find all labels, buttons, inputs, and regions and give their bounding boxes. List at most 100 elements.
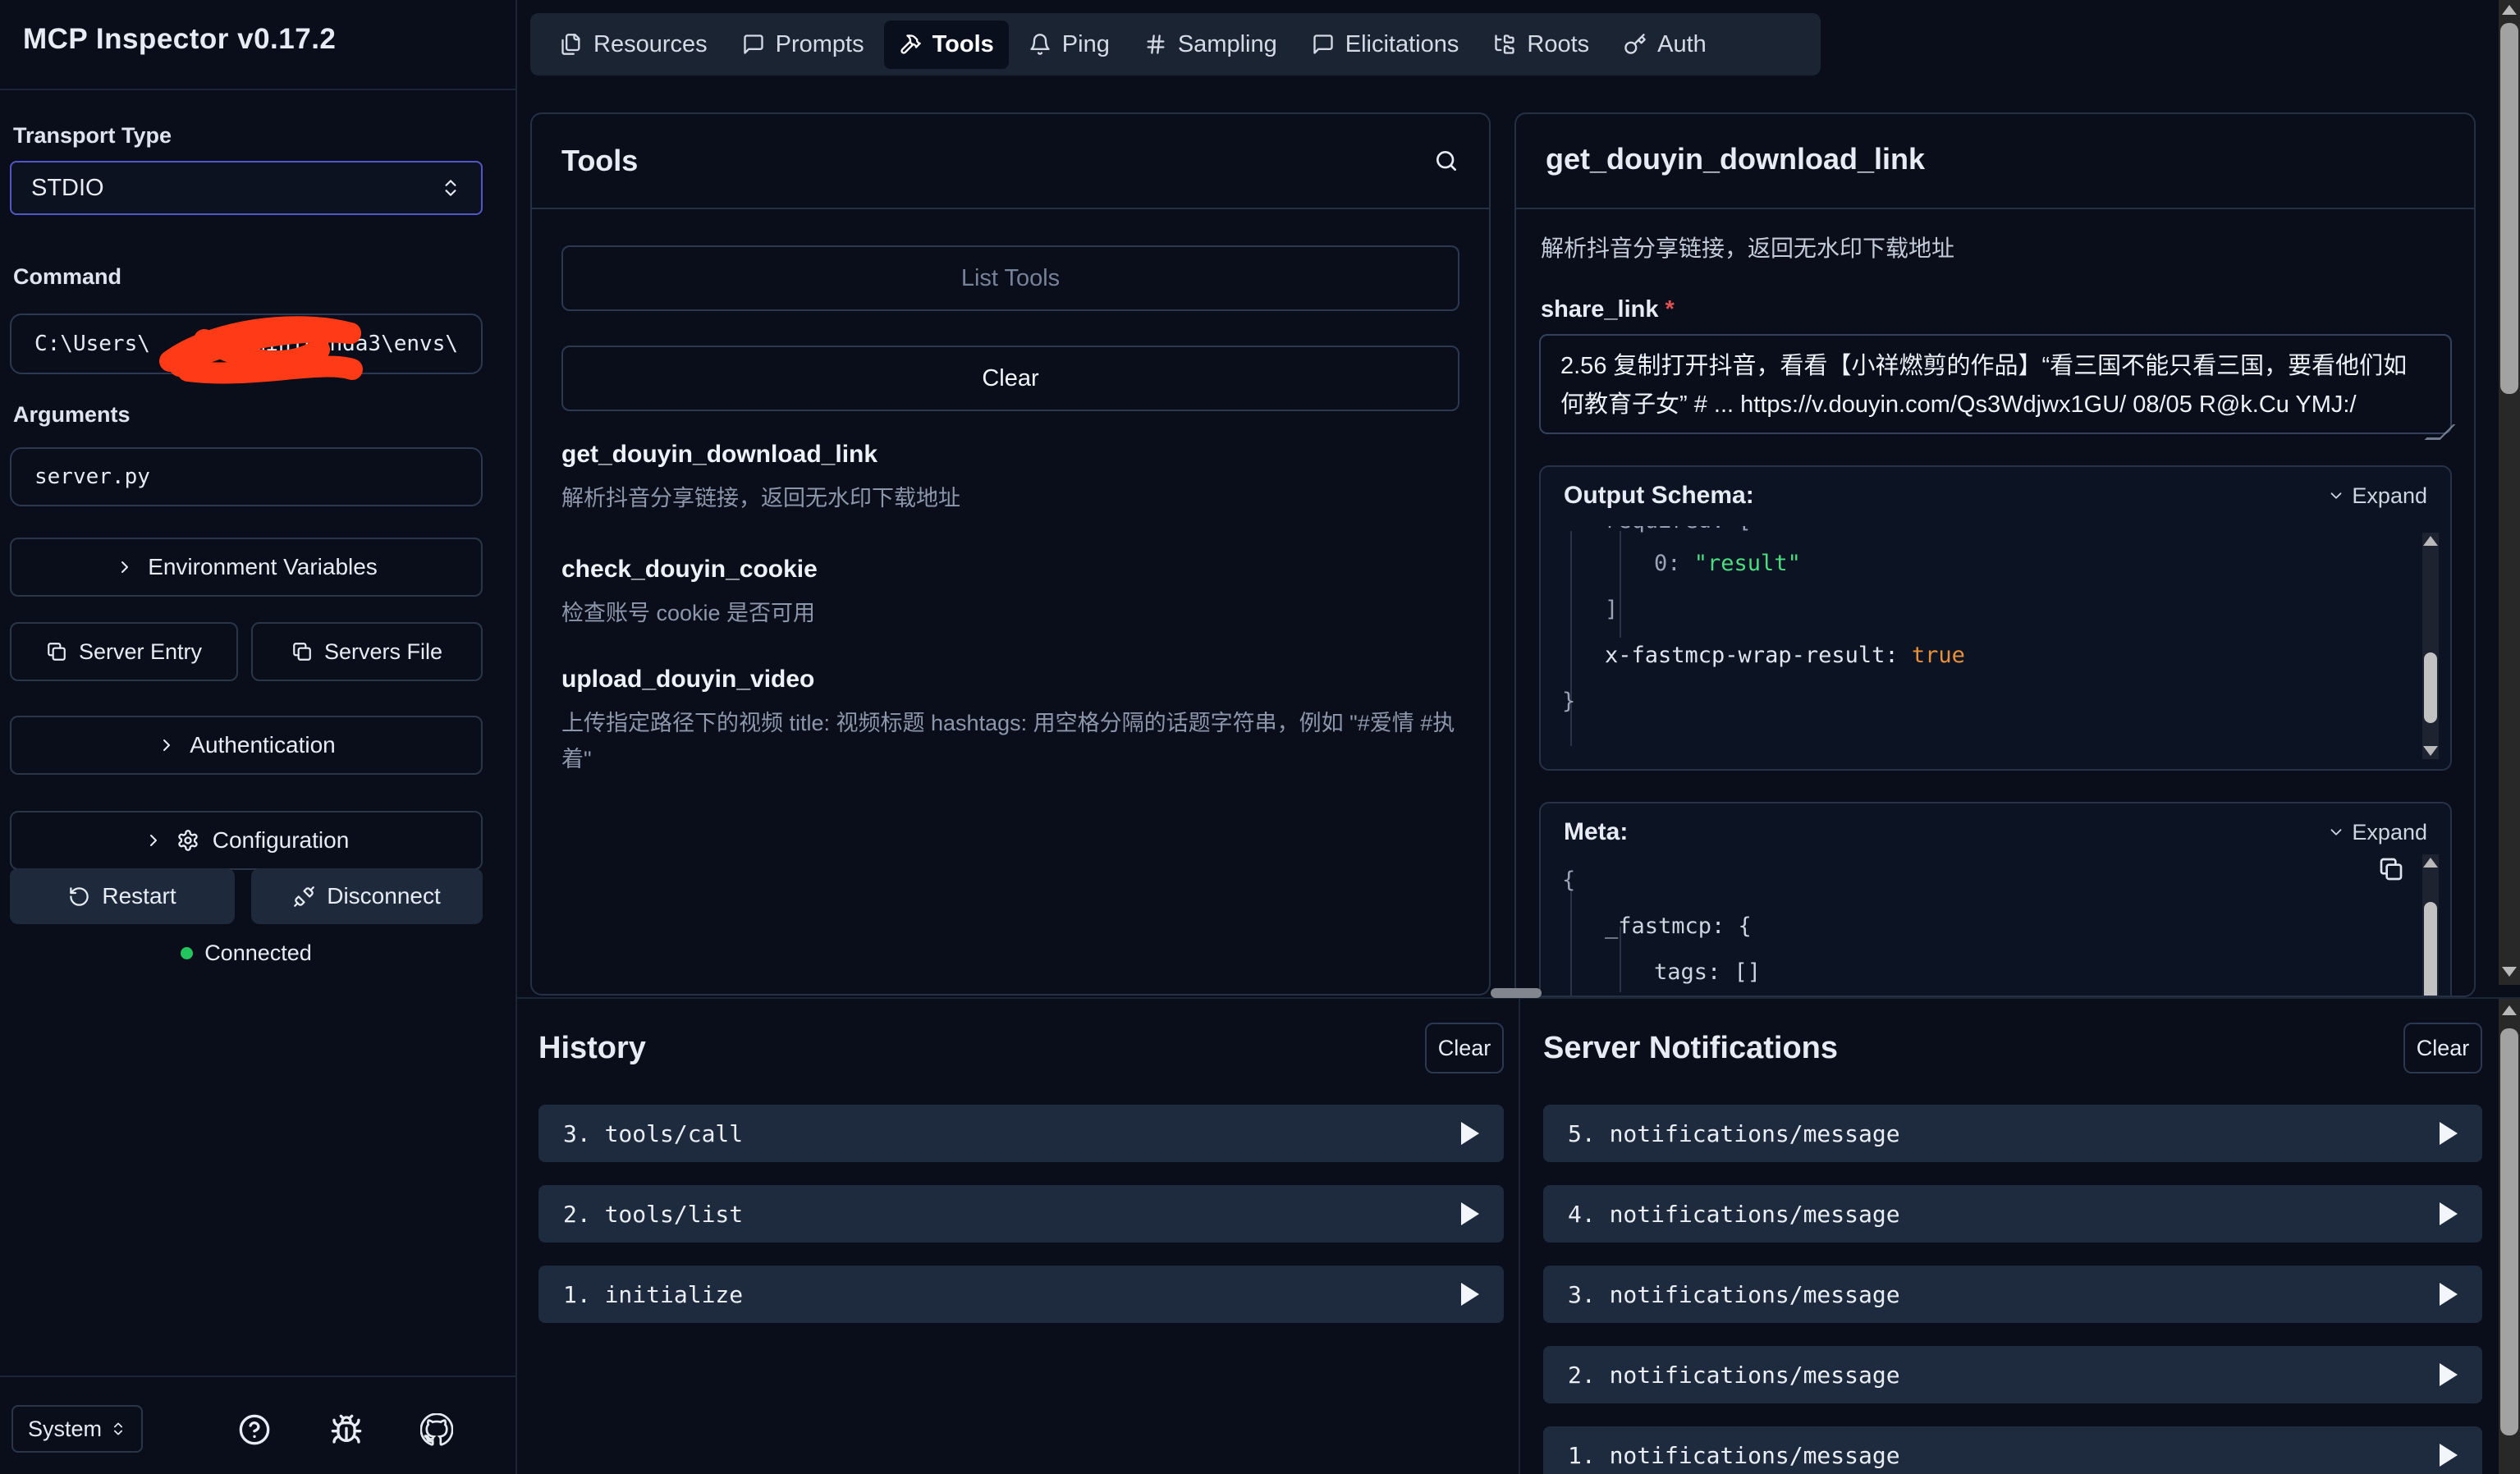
share-link-textarea[interactable]: 2.56 复制打开抖音，看看【小祥燃剪的作品】“看三国不能只看三国，要看他们如何… [1539,334,2452,434]
tab-ping[interactable]: Ping [1014,21,1125,69]
tool-list-item[interactable]: upload_douyin_video 上传指定路径下的视频 title: 视频… [561,666,1459,777]
upper-page-scrollbar[interactable] [2499,0,2520,985]
play-icon[interactable] [2440,1444,2458,1467]
history-item[interactable]: 3. tools/call [538,1105,1504,1162]
restart-button[interactable]: Restart [10,868,235,924]
history-item[interactable]: 1. initialize [538,1266,1504,1323]
play-icon[interactable] [2440,1283,2458,1306]
play-icon[interactable] [1461,1202,1479,1225]
output-schema-label: Output Schema: [1564,482,1754,510]
theme-value: System [28,1417,102,1442]
tab-auth[interactable]: Auth [1609,21,1721,69]
tool-details-title: get_douyin_download_link [1546,142,1925,176]
tool-name[interactable]: upload_douyin_video [561,666,1459,694]
play-icon[interactable] [1461,1122,1479,1145]
notification-item[interactable]: 5. notifications/message [1543,1105,2482,1162]
tool-description: 上传指定路径下的视频 title: 视频标题 hashtags: 用空格分隔的话… [561,705,1459,777]
server-entry-button[interactable]: Server Entry [10,622,238,681]
tool-list-item[interactable]: check_douyin_cookie 检查账号 cookie 是否可用 [561,556,1459,631]
output-schema-scrollbar[interactable] [2422,533,2439,759]
details-divider [1516,208,2474,209]
scrollbar-thumb[interactable] [2500,1028,2518,1435]
notification-item[interactable]: 3. notifications/message [1543,1266,2482,1323]
meta-code[interactable]: { _fastmcp: { tags: [] } [1541,858,2386,997]
bottom-vertical-divider [1519,997,1520,1474]
message-icon [742,33,765,56]
theme-select[interactable]: System [11,1405,143,1453]
tab-sampling[interactable]: Sampling [1129,21,1292,69]
notification-item[interactable]: 2. notifications/message [1543,1346,2482,1403]
tool-description: 检查账号 cookie 是否可用 [561,595,1459,631]
scrollbar-thumb[interactable] [2424,902,2437,997]
tools-panel-title: Tools [561,144,638,178]
tools-panel-header: Tools [532,114,1489,209]
meta-label: Meta: [1564,818,1628,846]
tab-prompts[interactable]: Prompts [727,21,879,69]
github-icon[interactable] [420,1413,453,1446]
lower-page-scrollbar[interactable] [2499,999,2520,1474]
notification-item[interactable]: 4. notifications/message [1543,1185,2482,1243]
scrollbar-thumb[interactable] [2424,652,2437,723]
tool-name[interactable]: check_douyin_cookie [561,556,1459,584]
transport-type-value: STDIO [31,175,104,202]
tab-roots[interactable]: Roots [1478,21,1604,69]
output-schema-box: Output Schema: Expand required: [ 0: "re… [1539,465,2452,771]
list-tools-button[interactable]: List Tools [561,245,1459,311]
scroll-up-arrow[interactable] [2502,1005,2517,1015]
clear-tools-button[interactable]: Clear [561,346,1459,411]
authentication-label: Authentication [190,732,335,758]
command-label: Command [13,264,121,290]
horizontal-scrollbar-thumb[interactable] [1491,988,1542,998]
play-icon[interactable] [2440,1363,2458,1386]
scrollbar-thumb[interactable] [2500,23,2518,394]
play-icon[interactable] [1461,1283,1479,1306]
sidebar: MCP Inspector v0.17.2 Transport Type STD… [0,0,517,1474]
sidebar-divider [0,89,515,90]
output-schema-expand-button[interactable]: Expand [2327,483,2427,509]
tab-tools[interactable]: Tools [884,21,1009,69]
meta-expand-button[interactable]: Expand [2327,820,2427,845]
tool-details-description: 解析抖音分享链接，返回无水印下载地址 [1541,231,1954,263]
server-entry-label: Server Entry [79,639,202,665]
notification-item[interactable]: 1. notifications/message [1543,1426,2482,1474]
history-clear-button[interactable]: Clear [1425,1023,1504,1073]
bug-icon[interactable] [330,1413,363,1446]
play-icon[interactable] [2440,1122,2458,1145]
updown-chevron-icon [110,1421,126,1437]
output-schema-code[interactable]: required: [ 0: "result" ] x-fastmcp-wrap… [1541,526,2386,725]
environment-variables-button[interactable]: Environment Variables [10,538,483,597]
scroll-up-arrow[interactable] [2502,5,2517,15]
app-title: MCP Inspector v0.17.2 [23,23,336,56]
tool-details-panel: get_douyin_download_link 解析抖音分享链接，返回无水印下… [1514,112,2476,997]
play-icon[interactable] [2440,1202,2458,1225]
meta-box: Meta: Expand { _fastmcp: { tags: [] } [1539,802,2452,997]
tab-resources[interactable]: Resources [545,21,722,69]
servers-file-button[interactable]: Servers File [251,622,483,681]
environment-variables-label: Environment Variables [148,554,378,580]
copy-icon [291,641,313,662]
tool-list-item[interactable]: get_douyin_download_link 解析抖音分享链接，返回无水印下… [561,441,1459,516]
arguments-value: server.py [34,465,150,489]
configuration-button[interactable]: Configuration [10,811,483,870]
meta-scrollbar[interactable] [2422,854,2439,997]
scroll-up-arrow[interactable] [2423,858,2438,867]
scroll-down-arrow[interactable] [2423,746,2438,756]
arguments-input[interactable]: server.py [10,447,483,506]
chevron-right-icon [157,735,176,755]
tool-name[interactable]: get_douyin_download_link [561,441,1459,469]
history-item[interactable]: 2. tools/list [538,1185,1504,1243]
main-navbar: Resources Prompts Tools Ping Sampling El… [530,13,1821,76]
notifications-clear-button[interactable]: Clear [2403,1023,2482,1073]
history-title: History [538,1031,646,1066]
help-icon[interactable] [238,1413,271,1446]
chevron-right-icon [144,831,163,850]
scroll-down-arrow[interactable] [2502,967,2517,977]
command-input[interactable]: C:\Users\miniconda3\envs\ [10,314,483,374]
scroll-up-arrow[interactable] [2423,536,2438,546]
transport-type-select[interactable]: STDIO [10,161,483,215]
authentication-button[interactable]: Authentication [10,716,483,775]
tab-elicitations[interactable]: Elicitations [1297,21,1474,69]
disconnect-button[interactable]: Disconnect [251,868,483,924]
search-icon[interactable] [1433,148,1459,174]
transport-type-label: Transport Type [13,123,172,149]
